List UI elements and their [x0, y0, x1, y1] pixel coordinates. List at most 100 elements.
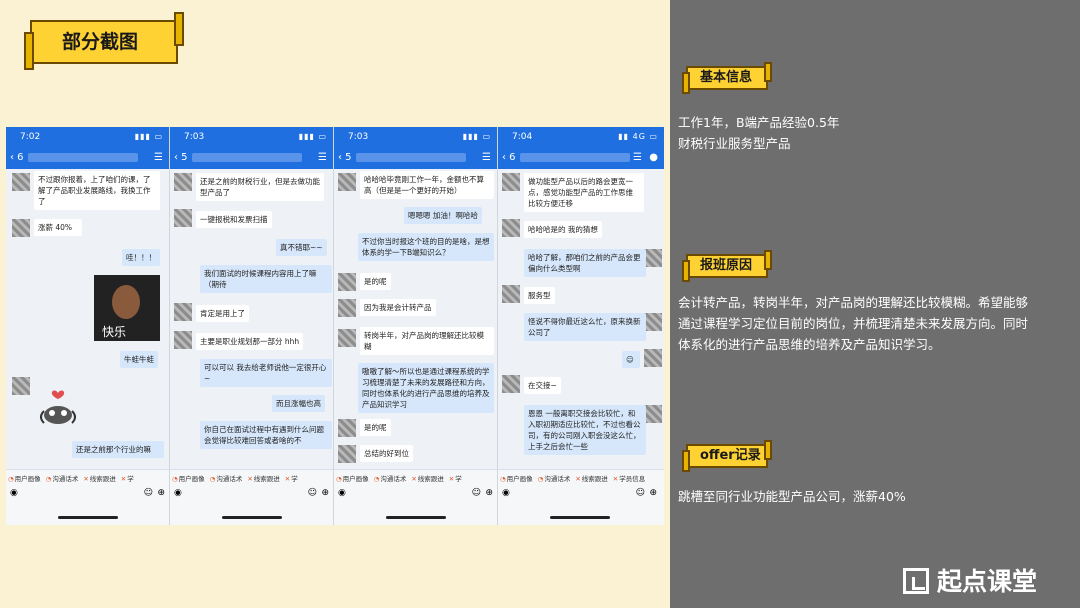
message-bubble: 不过你当时报这个班的目的是啥，是想体系的学一下B端知识么？ [358, 233, 494, 261]
message-bubble: 嗷嗷了解～所以也是通过课程系统的学习梳理清楚了未来的发展路径和方向，同时也体系化… [358, 363, 494, 413]
quick-buttons: ◔用户画像 ◔沟通话术 ✕线索跟进 ✕学员信息 [500, 473, 650, 483]
signal-icon: ▮▮▮ ▭ [134, 132, 163, 141]
message-bubble: 哈哈哈是的 我的猜想 [524, 221, 602, 238]
home-indicator [550, 516, 610, 519]
time-label: 7:04 [512, 132, 533, 142]
message-bubble: 主要是职业规划那一部分 hhh [196, 333, 304, 350]
plus-icon[interactable]: ⊕ [157, 488, 165, 498]
input-row[interactable]: ◉ ☺ ⊕ [172, 488, 331, 502]
menu-icon[interactable]: ☰ [318, 147, 327, 169]
blurred-contact-name [28, 153, 138, 162]
avatar [644, 405, 662, 423]
input-row[interactable]: ◉ ☺ ⊕ [336, 488, 495, 502]
section-tag-reason: 报班原因 [682, 250, 772, 282]
message-bubble: 服务型 [524, 287, 555, 304]
input-row[interactable]: ◉ ☺ ⊕ [500, 488, 659, 502]
chat-area: 做功能型产品以后的路会更宽一点，感觉功能型产品的工作思维比较方便迁移 哈哈哈是的… [498, 169, 664, 469]
message-bubble: 不过跟你报着，上了咱们的课，了解了产品职业发展路线，我换工作了 [34, 171, 160, 210]
quick-button[interactable]: ◔沟通话术 [210, 475, 243, 483]
quick-button[interactable]: ◔沟通话术 [374, 475, 407, 483]
avatar [644, 249, 662, 267]
message-bubble: 是的呢 [360, 273, 391, 290]
home-indicator [222, 516, 282, 519]
avatar [338, 419, 356, 437]
plus-icon[interactable]: ⊕ [485, 488, 493, 498]
message-bubble: 牛蛙牛蛙 [120, 351, 158, 368]
back-icon[interactable]: ‹ 6 [502, 147, 516, 169]
time-label: 7:03 [184, 132, 205, 142]
text-line: 通过课程学习定位目前的岗位，并梳理清楚未来发展方向。同时 [678, 316, 1029, 331]
quick-button[interactable]: ✕学 [285, 475, 298, 483]
status-bar: 7:02 ▮▮▮ ▭ [6, 127, 169, 147]
avatar [12, 173, 30, 191]
emoji-icon[interactable]: ☺ [472, 488, 481, 498]
plus-icon[interactable]: ⊕ [649, 488, 657, 498]
quick-button[interactable]: ✕线索跟进 [575, 475, 607, 483]
quick-button[interactable]: ◔用户画像 [172, 475, 205, 483]
quick-button[interactable]: ✕线索跟进 [411, 475, 443, 483]
status-bar: 7:03 ▮▮▮ ▭ [334, 127, 497, 147]
voice-icon[interactable]: ◉ [10, 488, 18, 498]
message-bubble: 做功能型产品以后的路会更宽一点，感觉功能型产品的工作思维比较方便迁移 [524, 173, 644, 212]
message-bubble: 嗯嗯嗯 加油！啊哈哈 [404, 207, 482, 224]
screenshot-strip: 7:02 ▮▮▮ ▭ ‹ 6 ☰ 不过跟你报着，上了咱们的课，了解了产品职业发展路线… [6, 127, 664, 525]
avatar [644, 313, 662, 331]
message-bubble: 哇！！！ [122, 249, 160, 266]
profile-icon[interactable]: ● [649, 147, 658, 169]
chat-area: 不过跟你报着，上了咱们的课，了解了产品职业发展路线，我换工作了 涨薪 40% 哇… [6, 169, 169, 469]
chat-screenshot-3: 7:03 ▮▮▮ ▭ ‹ 5 ☰ 哈哈哈毕竟刚工作一年，金额也不算高（但是是一个更好… [334, 127, 498, 525]
quick-button[interactable]: ◔用户画像 [500, 475, 533, 483]
quick-button[interactable]: ✕学 [449, 475, 462, 483]
avatar [174, 331, 192, 349]
message-bubble: 涨薪 40% [34, 219, 82, 236]
back-icon[interactable]: ‹ 5 [174, 147, 188, 169]
quick-button[interactable]: ◔沟通话术 [46, 475, 79, 483]
input-toolbar: ◔用户画像 ◔沟通话术 ✕线索跟进 ✕学 ◉ ☺ ⊕ [6, 469, 169, 525]
emoji-icon[interactable]: ☺ [636, 488, 645, 498]
quick-button[interactable]: ◔用户画像 [8, 475, 41, 483]
emoji-icon[interactable]: ☺ [308, 488, 317, 498]
menu-icon[interactable]: ☰ [154, 147, 163, 169]
voice-icon[interactable]: ◉ [502, 488, 510, 498]
chat-header: ‹ 6 ☰ ● [498, 147, 664, 169]
offer-text: 跳槽至同行业功能型产品公司，涨薪40% [678, 486, 1068, 507]
meme-caption: 快乐 [102, 325, 127, 339]
blurred-contact-name [192, 153, 302, 162]
face-shape [112, 285, 140, 319]
text-line: 体系化的进行产品思维的培养及产品知识学习。 [678, 337, 941, 352]
message-bubble: 怪说不得你最近这么忙，原来换新公司了 [524, 313, 646, 341]
section-tag-basic-info: 基本信息 [682, 62, 772, 94]
message-bubble: 在交接~ [524, 377, 561, 394]
emoji-icon[interactable]: ☺ [144, 488, 153, 498]
message-bubble: 转岗半年，对产品岗的理解还比较模糊 [360, 327, 494, 355]
menu-icon[interactable]: ☰ [482, 147, 491, 169]
signal-icon: ▮▮ 4G ▭ [618, 132, 658, 141]
quick-button[interactable]: ✕学员信息 [613, 475, 645, 483]
avatar [338, 329, 356, 347]
avatar [12, 377, 30, 395]
status-bar: 7:04 ▮▮ 4G ▭ [498, 127, 664, 147]
chat-header: ‹ 6 ☰ [6, 147, 169, 169]
input-row[interactable]: ◉ ☺ ⊕ [8, 488, 167, 502]
emoji-icon: ☺ [622, 351, 640, 368]
quick-buttons: ◔用户画像 ◔沟通话术 ✕线索跟进 ✕学 [8, 473, 139, 483]
quick-button[interactable]: ✕学 [121, 475, 134, 483]
message-bubble: 哈哈了解，那咱们之前的产品会更偏向什么类型啊 [524, 249, 646, 277]
avatar [502, 173, 520, 191]
menu-icon[interactable]: ☰ [633, 147, 642, 169]
quick-button[interactable]: ✕线索跟进 [247, 475, 279, 483]
voice-icon[interactable]: ◉ [174, 488, 182, 498]
quick-button[interactable]: ◔用户画像 [336, 475, 369, 483]
brand-logo: 起点课堂 [903, 566, 1037, 598]
avatar [502, 375, 520, 393]
quick-button[interactable]: ✕线索跟进 [83, 475, 115, 483]
voice-icon[interactable]: ◉ [338, 488, 346, 498]
back-icon[interactable]: ‹ 6 [10, 147, 24, 169]
plus-icon[interactable]: ⊕ [321, 488, 329, 498]
message-bubble: 可以可以 我去给老师说他一定很开心~ [200, 359, 332, 387]
avatar [174, 303, 192, 321]
quick-button[interactable]: ◔沟通话术 [538, 475, 571, 483]
back-icon[interactable]: ‹ 5 [338, 147, 352, 169]
message-bubble: 一键报税和发票扫描 [196, 211, 272, 228]
home-indicator [58, 516, 118, 519]
